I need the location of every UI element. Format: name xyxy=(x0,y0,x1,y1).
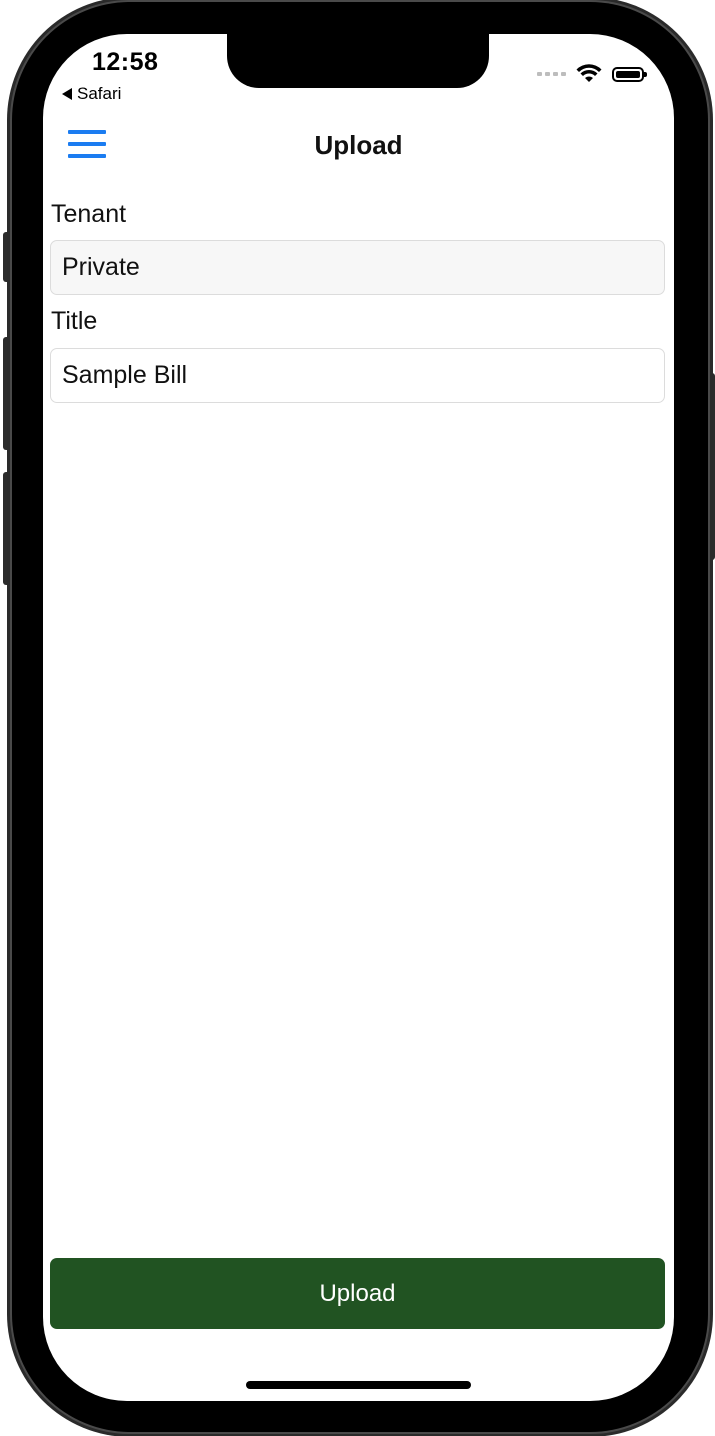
notch xyxy=(227,34,489,88)
back-arrow-icon xyxy=(62,88,72,100)
back-to-app-link[interactable]: Safari xyxy=(62,84,121,104)
screen: 12:58 Safari Upload Tenant Private Title… xyxy=(43,34,674,1401)
back-app-label: Safari xyxy=(77,84,122,103)
status-time: 12:58 xyxy=(92,48,159,76)
tenant-field[interactable] xyxy=(50,240,665,295)
page-title: Upload xyxy=(314,130,403,160)
status-icons xyxy=(537,64,647,84)
upload-button[interactable]: Upload xyxy=(50,1258,665,1329)
device-page: 12:58 Safari Upload Tenant Private Title… xyxy=(0,0,715,1436)
tenant-label: Tenant xyxy=(51,200,127,228)
home-indicator[interactable] xyxy=(246,1381,471,1389)
wifi-icon xyxy=(576,64,602,82)
title-label: Title xyxy=(51,307,98,335)
title-field[interactable] xyxy=(50,348,665,403)
battery-icon xyxy=(612,66,647,82)
cellular-signal-icon xyxy=(537,72,566,76)
